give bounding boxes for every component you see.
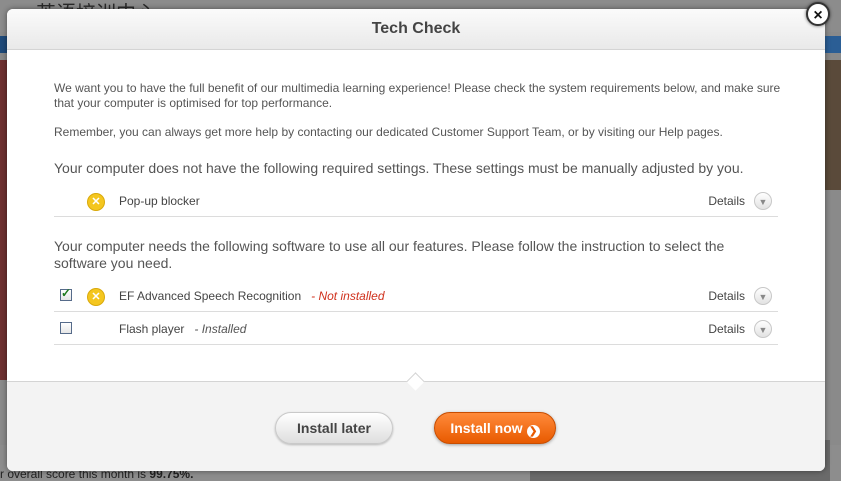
support-text: Remember, you can always get more help b… <box>54 125 723 139</box>
software-row-speech-recognition: ✓ ✕ EF Advanced Speech Recognition - Not… <box>54 280 778 312</box>
flash-player-checkbox[interactable] <box>60 322 72 334</box>
speech-recognition-details-link[interactable]: Details <box>708 289 745 303</box>
checkmark-icon: ✓ <box>61 286 72 300</box>
row-divider <box>54 311 778 312</box>
flash-player-details-link[interactable]: Details <box>708 322 745 336</box>
software-heading: Your computer needs the following softwa… <box>54 238 725 271</box>
speech-recognition-label: EF Advanced Speech Recognition - Not ins… <box>119 289 385 303</box>
flash-player-label: Flash player - Installed <box>119 322 246 336</box>
arrow-right-icon: ❯ <box>526 425 540 438</box>
install-now-label: Install now <box>450 420 523 436</box>
chevron-down-icon[interactable]: ▼ <box>754 287 772 305</box>
install-later-button[interactable]: Install later <box>275 412 393 444</box>
chevron-down-icon[interactable]: ▼ <box>754 320 772 338</box>
row-divider <box>54 216 778 217</box>
speech-recognition-status: - Not installed <box>311 289 385 303</box>
row-divider <box>54 344 778 345</box>
required-row-popup-blocker: ✕ Pop-up blocker Details ▼ <box>54 185 778 217</box>
popup-blocker-details-link[interactable]: Details <box>708 194 745 208</box>
required-settings-heading: Your computer does not have the followin… <box>54 160 744 176</box>
close-icon[interactable]: × <box>806 2 830 26</box>
dialog-title: Tech Check <box>371 20 461 37</box>
popup-blocker-label: Pop-up blocker <box>119 194 200 208</box>
speech-recognition-name: EF Advanced Speech Recognition <box>119 289 302 303</box>
flash-player-name: Flash player <box>119 322 185 336</box>
dialog-header: Tech Check <box>7 9 825 50</box>
flash-player-status: - Installed <box>194 322 247 336</box>
install-now-button[interactable]: Install now ❯ <box>434 412 556 444</box>
warning-x-icon: ✕ <box>87 193 105 211</box>
chevron-down-icon[interactable]: ▼ <box>754 192 772 210</box>
speech-recognition-checkbox[interactable]: ✓ <box>60 286 72 301</box>
footer-notch <box>406 372 425 391</box>
tech-check-dialog: Tech Check We want you to have the full … <box>7 9 825 471</box>
intro-text: We want you to have the full benefit of … <box>54 81 781 110</box>
software-row-flash-player: Flash player - Installed Details ▼ <box>54 313 778 345</box>
warning-x-icon: ✕ <box>87 288 105 306</box>
dialog-footer: Install later Install now ❯ <box>7 372 825 471</box>
